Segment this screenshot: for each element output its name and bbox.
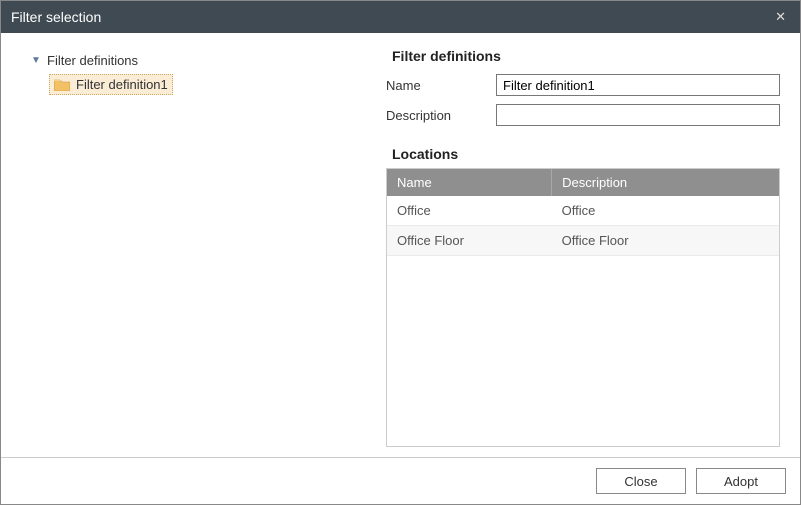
tree-root-label: Filter definitions [47, 53, 138, 68]
locations-table: Name Description Office Office Office Fl… [387, 169, 779, 256]
cell-description: Office Floor [552, 226, 779, 256]
name-row: Name [386, 74, 780, 96]
name-label: Name [386, 78, 496, 93]
tree-root-node[interactable]: ▼ Filter definitions [31, 53, 371, 68]
content-area: ▼ Filter definitions Filter definition1 … [1, 33, 800, 457]
folder-icon [54, 78, 70, 91]
cell-name: Office Floor [387, 226, 552, 256]
tree-child-node[interactable]: Filter definition1 [49, 74, 173, 95]
detail-pane: Filter definitions Name Description Loca… [381, 33, 800, 457]
description-input[interactable] [496, 104, 780, 126]
table-row[interactable]: Office Office [387, 196, 779, 226]
description-label: Description [386, 108, 496, 123]
footer: Close Adopt [1, 457, 800, 504]
table-row[interactable]: Office Floor Office Floor [387, 226, 779, 256]
locations-heading: Locations [392, 146, 780, 162]
name-input[interactable] [496, 74, 780, 96]
cell-description: Office [552, 196, 779, 226]
caret-down-icon: ▼ [31, 55, 41, 66]
filter-selection-dialog: Filter selection ✕ ▼ Filter definitions … [0, 0, 801, 505]
detail-heading: Filter definitions [392, 48, 780, 64]
titlebar: Filter selection ✕ [1, 1, 800, 33]
close-icon[interactable]: ✕ [771, 7, 790, 27]
adopt-button[interactable]: Adopt [696, 468, 786, 494]
tree-pane: ▼ Filter definitions Filter definition1 [1, 33, 381, 457]
col-name[interactable]: Name [387, 169, 552, 196]
dialog-title: Filter selection [11, 9, 101, 25]
col-description[interactable]: Description [552, 169, 779, 196]
locations-table-wrap: Name Description Office Office Office Fl… [386, 168, 780, 447]
description-row: Description [386, 104, 780, 126]
tree-child-label: Filter definition1 [76, 77, 168, 92]
cell-name: Office [387, 196, 552, 226]
close-button[interactable]: Close [596, 468, 686, 494]
